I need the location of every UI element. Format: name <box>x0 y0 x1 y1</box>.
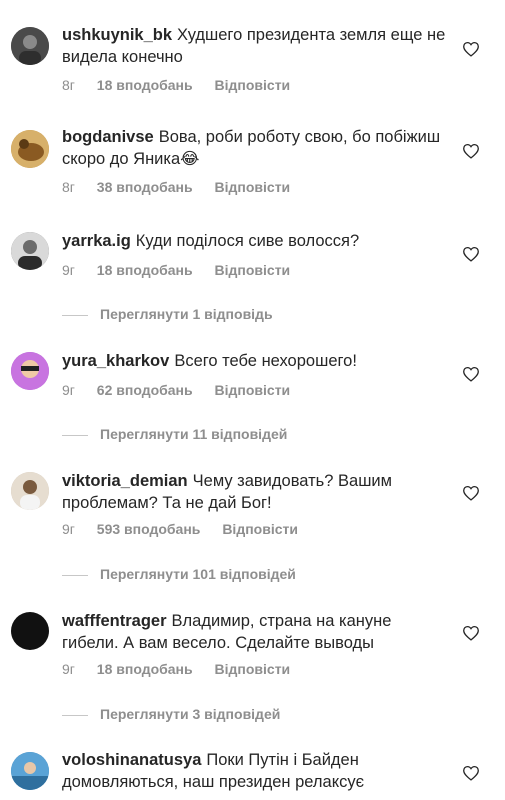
view-replies-button[interactable]: Переглянути 3 відповідей <box>62 706 280 722</box>
reply-button[interactable]: Відповісти <box>215 77 291 93</box>
divider-line <box>62 434 88 436</box>
comment-meta: 9г 62 вподобань Відповісти <box>62 382 308 398</box>
comment-time: 9г <box>62 382 75 398</box>
comment-time: 9г <box>62 262 75 278</box>
reply-button[interactable]: Відповісти <box>222 521 298 537</box>
comment-username[interactable]: voloshinanatusya <box>62 751 201 769</box>
comment-body: viktoria_demian Чему завидовать? Вашим пр… <box>62 470 447 514</box>
divider-line <box>62 574 88 576</box>
comment-username[interactable]: ushkuynik_bk <box>62 26 172 44</box>
comment-likes[interactable]: 62 вподобань <box>97 382 193 398</box>
comment-username[interactable]: bogdanivse <box>62 128 154 146</box>
avatar[interactable] <box>11 232 49 270</box>
heart-icon[interactable] <box>462 765 480 781</box>
view-replies-button[interactable]: Переглянути 101 відповідей <box>62 566 296 582</box>
heart-icon[interactable] <box>462 625 480 641</box>
comment-meta: 9г 593 вподобань Відповісти <box>62 521 316 537</box>
avatar[interactable] <box>11 352 49 390</box>
comment-likes[interactable]: 18 вподобань <box>97 661 193 677</box>
comment-text: Всего тебе нехорошего! <box>174 352 357 370</box>
comment-likes[interactable]: 593 вподобань <box>97 521 201 537</box>
comment-time: 8г <box>62 77 75 93</box>
comments-list: ushkuynik_bk Худшего президента земля еще… <box>0 0 505 800</box>
view-replies-label: Переглянути 11 відповідей <box>100 426 288 442</box>
comment-meta: 8г 38 вподобань Відповісти <box>62 179 308 195</box>
comment-likes[interactable]: 18 вподобань <box>97 77 193 93</box>
reply-button[interactable]: Відповісти <box>215 262 291 278</box>
avatar[interactable] <box>11 27 49 65</box>
heart-icon[interactable] <box>462 143 480 159</box>
heart-icon[interactable] <box>462 41 480 57</box>
reply-button[interactable]: Відповісти <box>215 382 291 398</box>
divider-line <box>62 314 88 316</box>
heart-icon[interactable] <box>462 485 480 501</box>
view-replies-button[interactable]: Переглянути 11 відповідей <box>62 426 287 442</box>
avatar[interactable] <box>11 752 49 790</box>
comment-body: ushkuynik_bk Худшего президента земля еще… <box>62 24 447 68</box>
reply-button[interactable]: Відповісти <box>215 661 291 677</box>
comment-time: 9г <box>62 521 75 537</box>
avatar[interactable] <box>11 612 49 650</box>
comment-meta: 8г 18 вподобань Відповісти <box>62 77 308 93</box>
heart-icon[interactable] <box>462 366 480 382</box>
comment-body: voloshinanatusya Поки Путін і Байден домо… <box>62 749 447 793</box>
comment-body: yarrka.ig Куди поділося сиве волосся? <box>62 230 447 252</box>
view-replies-button[interactable]: Переглянути 1 відповідь <box>62 306 273 322</box>
comment-meta: 9г 18 вподобань Відповісти <box>62 661 308 677</box>
comment-body: yura_kharkov Всего тебе нехорошего! <box>62 350 447 372</box>
comment-body: bogdanivse Вова, роби роботу свою, бо поб… <box>62 126 447 170</box>
comment-likes[interactable]: 38 вподобань <box>97 179 193 195</box>
avatar[interactable] <box>11 130 49 168</box>
comment-username[interactable]: yura_kharkov <box>62 352 169 370</box>
comment-body: wafffentrager Владимир, страна на кануне … <box>62 610 447 654</box>
reply-button[interactable]: Відповісти <box>215 179 291 195</box>
comment-meta: 9г 18 вподобань Відповісти <box>62 262 308 278</box>
avatar[interactable] <box>11 472 49 510</box>
view-replies-label: Переглянути 101 відповідей <box>100 566 296 582</box>
view-replies-label: Переглянути 1 відповідь <box>100 306 273 322</box>
comment-time: 9г <box>62 661 75 677</box>
heart-icon[interactable] <box>462 246 480 262</box>
comment-likes[interactable]: 18 вподобань <box>97 262 193 278</box>
comment-time: 8г <box>62 179 75 195</box>
comment-username[interactable]: wafffentrager <box>62 612 167 630</box>
comment-username[interactable]: viktoria_demian <box>62 472 188 490</box>
divider-line <box>62 714 88 716</box>
comment-username[interactable]: yarrka.ig <box>62 232 131 250</box>
comment-text: Куди поділося сиве волосся? <box>135 232 360 250</box>
view-replies-label: Переглянути 3 відповідей <box>100 706 281 722</box>
